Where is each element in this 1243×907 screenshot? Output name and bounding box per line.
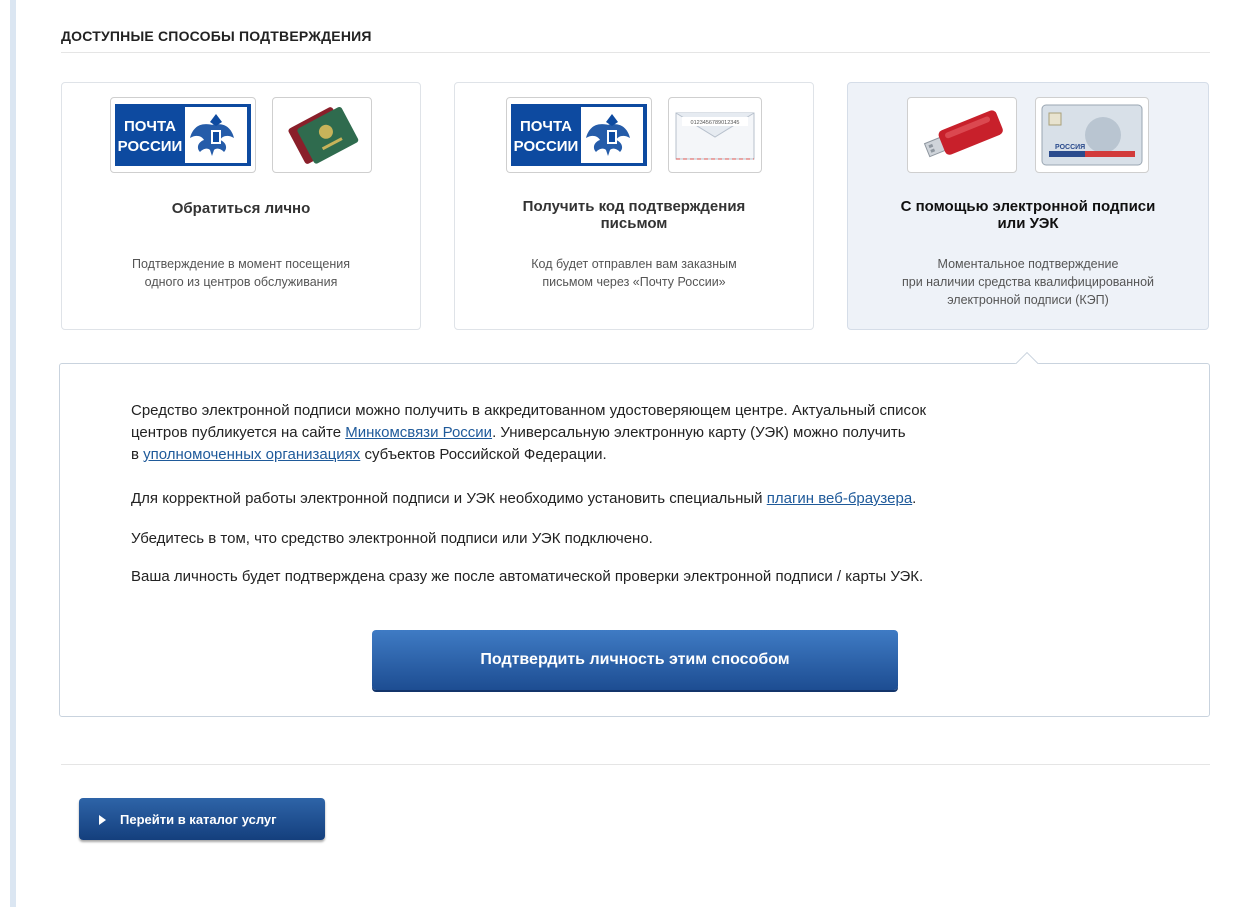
svg-text:ПОЧТА: ПОЧТА [124, 118, 176, 135]
russian-post-logo-icon: ПОЧТА РОССИИ [511, 104, 647, 166]
confirm-identity-button[interactable]: Подтвердить личность этим способом [372, 630, 898, 690]
passport-icon [288, 106, 359, 164]
svg-text:РОССИИ: РОССИИ [118, 138, 183, 155]
uek-card-image: РОССИЯ [1035, 97, 1149, 173]
card-description: Подтверждение в момент посещения одного … [132, 257, 350, 289]
usb-token-image [907, 97, 1017, 173]
method-details-panel: Средство электронной подписи можно получ… [59, 363, 1210, 717]
section-title: ДОСТУПНЫЕ СПОСОБЫ ПОДТВЕРЖДЕНИЯ [61, 28, 372, 44]
card-description: Моментальное подтверждение при наличии с… [901, 257, 1155, 307]
svg-text:0123456789012345: 0123456789012345 [691, 120, 740, 126]
info-paragraph-2: Для корректной работы электронной подпис… [131, 490, 917, 507]
info-paragraph-4: Ваша личность будет подтверждена сразу ж… [131, 568, 924, 585]
usb-token-icon [923, 110, 1003, 158]
browser-plugin-link[interactable]: плагин веб-браузера [767, 490, 912, 507]
russian-post-logo: ПОЧТА РОССИИ [110, 97, 256, 173]
info-paragraph-1: Средство электронной подписи можно получ… [131, 402, 927, 463]
method-card-e-signature[interactable]: РОССИЯ С помощью электронной подписи или… [847, 82, 1209, 330]
catalog-button-label: Перейти в каталог услуг [120, 811, 277, 827]
envelope-image: 0123456789012345 [668, 97, 762, 173]
bottom-divider [61, 764, 1210, 765]
svg-text:РОССИИ: РОССИИ [514, 138, 579, 155]
svg-text:РОССИЯ: РОССИЯ [1055, 144, 1085, 151]
svg-text:ПОЧТА: ПОЧТА [520, 118, 572, 135]
passport-image [272, 97, 372, 173]
method-card-by-mail[interactable]: ПОЧТА РОССИИ 0123456789012345 Получить к [454, 82, 814, 330]
title-divider [61, 52, 1210, 53]
card-title: С помощью электронной подписи или УЭК [900, 198, 1156, 232]
card-description: Код будет отправлен вам заказным письмом… [531, 257, 737, 289]
method-card-in-person[interactable]: ПОЧТА РОССИИ Обратиться лично Подтвержде… [61, 82, 421, 330]
play-arrow-icon [99, 815, 106, 826]
left-sidebar-stripe [0, 0, 17, 907]
info-paragraph-3: Убедитесь в том, что средство электронно… [131, 530, 653, 547]
authorized-organizations-link[interactable]: уполномоченных организациях [143, 446, 360, 463]
card-title: Обратиться лично [171, 200, 311, 217]
uek-card-icon: РОССИЯ [1041, 104, 1143, 166]
russian-post-logo-icon: ПОЧТА РОССИИ [115, 104, 251, 166]
go-to-catalog-button[interactable]: Перейти в каталог услуг [79, 798, 325, 840]
active-card-pointer [1014, 350, 1040, 364]
card-title: Получить код подтверждения письмом [522, 198, 746, 232]
minkomsvyaz-link[interactable]: Минкомсвязи России [345, 424, 492, 441]
envelope-icon: 0123456789012345 [675, 112, 755, 160]
russian-post-logo: ПОЧТА РОССИИ [506, 97, 652, 173]
